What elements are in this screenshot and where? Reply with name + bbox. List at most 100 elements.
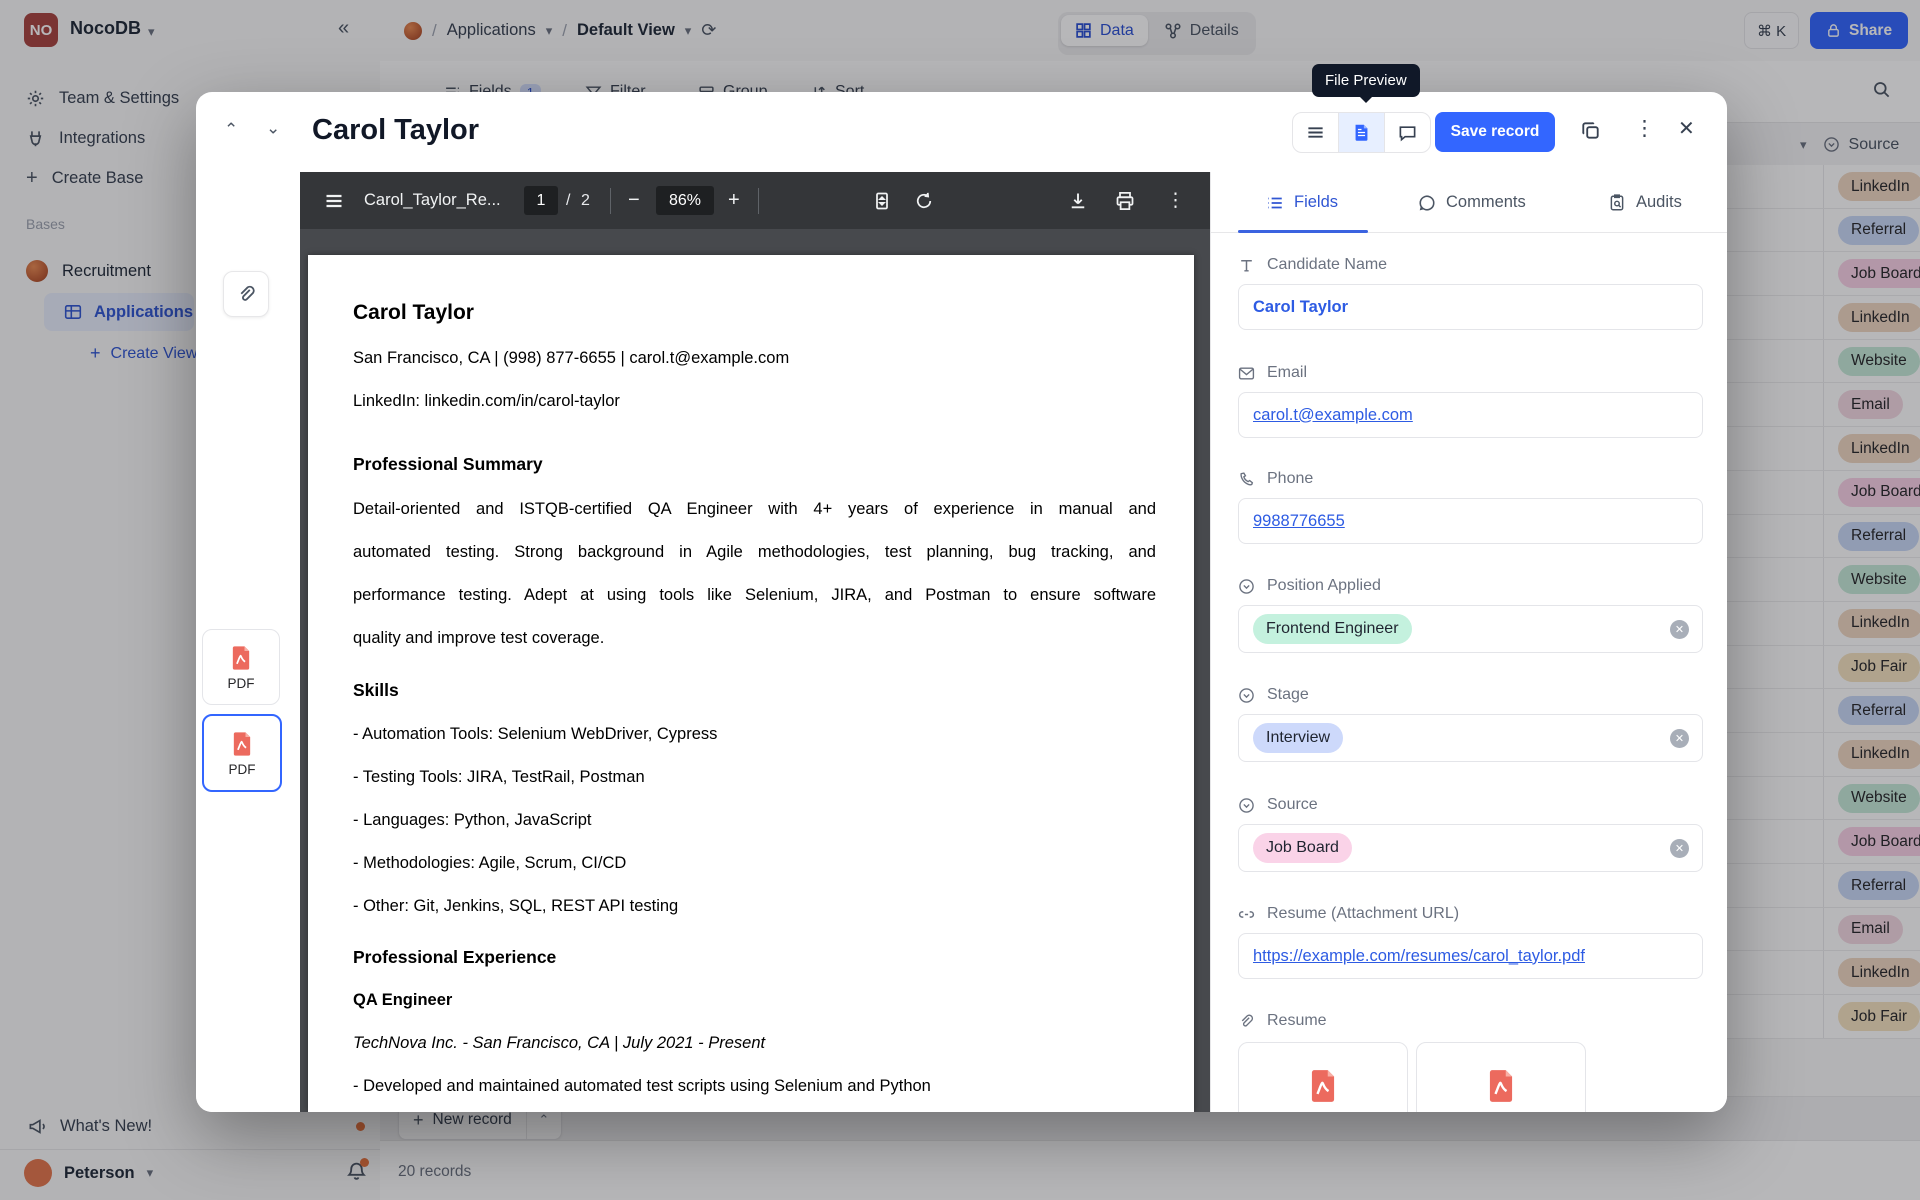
toolbar-divider — [610, 188, 611, 214]
field-input-stage[interactable]: Interview ✕ — [1238, 714, 1703, 762]
attachment-card-pdf-2[interactable] — [1416, 1042, 1586, 1112]
page-total: 2 — [581, 192, 590, 210]
tab-fields[interactable]: Fields — [1266, 172, 1338, 233]
field-input-phone[interactable]: 9988776655 — [1238, 498, 1703, 544]
field-input-source[interactable]: Job Board ✕ — [1238, 824, 1703, 872]
record-side-panel: Fields Comments Audits Candidate Name Ca… — [1210, 172, 1727, 1112]
pdf-more-icon[interactable]: ⋮ — [1166, 189, 1185, 212]
record-menu-icon[interactable]: ⋮ — [1634, 116, 1655, 141]
modal-header: ⌃ ⌃ Carol Taylor Save record ⋮ ✕ — [196, 92, 1727, 172]
phone-icon — [1238, 471, 1255, 488]
paperclip-icon — [236, 284, 257, 305]
candidate-name-value: Carol Taylor — [1253, 298, 1348, 317]
resume-text-line: - Languages: Python, JavaScript — [353, 811, 1156, 830]
pdf-toolbar: Carol_Taylor_Re... 1 / 2 − 86% + — [300, 172, 1210, 229]
field-label-email[interactable]: Email — [1238, 364, 1307, 382]
resume-text-line: - Methodologies: Agile, Scrum, CI/CD — [353, 854, 1156, 873]
close-modal-icon[interactable]: ✕ — [1678, 116, 1695, 141]
copy-record-icon[interactable] — [1580, 120, 1601, 141]
pdf-page: Carol Taylor San Francisco, CA | (998) 8… — [308, 255, 1194, 1112]
zoom-in-icon[interactable]: + — [728, 189, 740, 212]
attachment-thumb-pdf-2[interactable]: PDF — [202, 714, 282, 792]
resume-company: TechNova Inc. - San Francisco, CA | July… — [353, 1034, 1156, 1053]
resume-name: Carol Taylor — [353, 301, 1156, 325]
pdf-filename: Carol_Taylor_Re... — [364, 191, 501, 210]
fields-list-icon — [1266, 194, 1284, 212]
pdf-viewer: Carol_Taylor_Re... 1 / 2 − 86% + — [300, 172, 1210, 1112]
pdf-label: PDF — [228, 676, 255, 691]
rotate-icon[interactable] — [914, 191, 934, 211]
clear-value-icon[interactable]: ✕ — [1670, 839, 1689, 858]
link-icon — [1238, 906, 1255, 923]
comments-toggle-button[interactable] — [1385, 113, 1430, 152]
source-pill: Job Board — [1253, 833, 1352, 863]
field-input-email[interactable]: carol.t@example.com — [1238, 392, 1703, 438]
resume-contact: San Francisco, CA | (998) 877-6655 | car… — [353, 349, 1156, 368]
record-fields-view-button[interactable] — [1293, 113, 1339, 152]
pdf-file-icon — [1304, 1067, 1342, 1105]
record-title: Carol Taylor — [312, 114, 479, 147]
field-input-candidate-name[interactable]: Carol Taylor — [1238, 284, 1703, 330]
zoom-out-icon[interactable]: − — [628, 189, 640, 212]
prev-record-button[interactable]: ⌃ — [224, 120, 238, 140]
field-input-position-applied[interactable]: Frontend Engineer ✕ — [1238, 605, 1703, 653]
field-label-phone[interactable]: Phone — [1238, 470, 1313, 488]
clear-value-icon[interactable]: ✕ — [1670, 620, 1689, 639]
resume-text-line: - Other: Git, Jenkins, SQL, REST API tes… — [353, 897, 1156, 916]
select-field-icon — [1238, 578, 1255, 595]
pdf-file-icon — [227, 644, 255, 672]
pdf-label: PDF — [229, 762, 256, 777]
resume-text-line: performance testing. Adept at using tool… — [353, 586, 1156, 605]
resume-text-line: - Testing Tools: JIRA, TestRail, Postman — [353, 768, 1156, 787]
field-label-resume[interactable]: Resume — [1238, 1012, 1327, 1030]
active-tab-underline — [1238, 230, 1368, 233]
page-separator: / — [566, 192, 570, 210]
text-field-icon — [1238, 257, 1255, 274]
field-label-resume-url[interactable]: Resume (Attachment URL) — [1238, 905, 1459, 923]
zoom-level[interactable]: 86% — [656, 186, 714, 215]
field-label-position-applied[interactable]: Position Applied — [1238, 577, 1381, 595]
tab-comments[interactable]: Comments — [1418, 172, 1526, 233]
field-label-candidate-name[interactable]: Candidate Name — [1238, 256, 1387, 274]
field-label-stage[interactable]: Stage — [1238, 686, 1309, 704]
attach-button[interactable] — [223, 271, 269, 317]
resume-url-link[interactable]: https://example.com/resumes/carol_taylor… — [1253, 947, 1585, 966]
tab-audits[interactable]: Audits — [1608, 172, 1682, 233]
toolbar-divider — [758, 188, 759, 214]
phone-link[interactable]: 9988776655 — [1253, 512, 1345, 531]
print-icon[interactable] — [1115, 191, 1135, 211]
field-input-resume-url[interactable]: https://example.com/resumes/carol_taylor… — [1238, 933, 1703, 979]
resume-role: QA Engineer — [353, 991, 1156, 1010]
pdf-file-icon — [228, 730, 256, 758]
resume-section-title: Professional Experience — [353, 947, 1156, 968]
panel-tabs: Fields Comments Audits — [1211, 172, 1727, 233]
email-link[interactable]: carol.t@example.com — [1253, 406, 1413, 425]
select-field-icon — [1238, 797, 1255, 814]
download-icon[interactable] — [1068, 191, 1088, 211]
field-label-source[interactable]: Source — [1238, 796, 1318, 814]
resume-section-title: Professional Summary — [353, 454, 1156, 475]
save-record-button[interactable]: Save record — [1435, 112, 1555, 152]
resume-section-title: Skills — [353, 680, 1156, 701]
attachment-thumb-pdf-1[interactable]: PDF — [202, 629, 280, 705]
audit-icon — [1608, 194, 1626, 212]
pdf-file-icon — [1482, 1067, 1520, 1105]
resume-text-line: quality and improve test coverage. — [353, 629, 1156, 648]
fit-page-icon[interactable] — [872, 191, 892, 211]
position-pill: Frontend Engineer — [1253, 614, 1412, 644]
select-field-icon — [1238, 687, 1255, 704]
resume-text-line: - Developed and maintained automated tes… — [353, 1077, 1156, 1096]
record-view-switch — [1292, 112, 1431, 153]
file-preview-icon — [1352, 123, 1371, 142]
file-preview-button[interactable] — [1339, 113, 1385, 152]
resume-linkedin: LinkedIn: linkedin.com/in/carol-taylor — [353, 392, 1156, 411]
resume-text-line: automated testing. Strong background in … — [353, 543, 1156, 562]
screen: NO NocoDB ▾ « / Applications ▾ / Default… — [0, 0, 1920, 1200]
pdf-page-input[interactable]: 1 — [524, 186, 558, 215]
next-record-button[interactable]: ⌃ — [266, 116, 280, 136]
comment-icon — [1418, 194, 1436, 212]
envelope-icon — [1238, 365, 1255, 382]
pdf-menu-icon[interactable] — [324, 191, 344, 211]
attachment-card-pdf-1[interactable] — [1238, 1042, 1408, 1112]
clear-value-icon[interactable]: ✕ — [1670, 729, 1689, 748]
